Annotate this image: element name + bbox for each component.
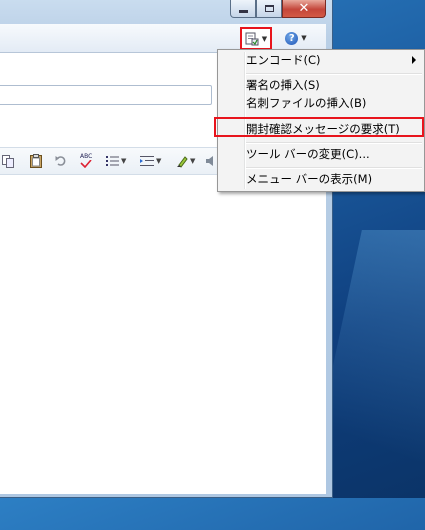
highlight-button[interactable]: ▼	[176, 153, 195, 169]
minimize-button[interactable]	[230, 0, 256, 18]
menu-item-insert-business-card[interactable]: 名刺ファイルの挿入(B)	[246, 94, 366, 113]
spell-check-icon: ABC	[80, 153, 93, 160]
media-button[interactable]	[206, 153, 216, 169]
menu-item-label: メニュー バーの表示(M)	[246, 172, 373, 186]
menu-item-insert-signature[interactable]: 署名の挿入(S)	[246, 76, 320, 95]
clipboard-icon	[30, 154, 42, 168]
submenu-arrow-icon	[412, 56, 416, 64]
menu-item-label: ツール バーの変更(C)...	[246, 147, 370, 161]
help-button[interactable]: ? ▼	[283, 28, 309, 48]
highlighter-icon	[177, 155, 188, 168]
menu-separator	[246, 167, 422, 169]
menu-separator	[246, 73, 422, 75]
undo-button[interactable]	[55, 153, 67, 169]
caption-buttons: ✕	[230, 0, 326, 18]
minimize-icon	[238, 10, 248, 13]
menu-item-customize-toolbar[interactable]: ツール バーの変更(C)...	[246, 145, 370, 164]
page-options-button[interactable]: ▼	[240, 27, 272, 50]
chevron-down-icon: ▼	[301, 34, 307, 42]
maximize-button[interactable]	[256, 0, 282, 18]
paste-special-button[interactable]	[2, 153, 14, 169]
copy-icon	[2, 154, 14, 168]
speaker-icon	[206, 156, 213, 166]
menu-separator	[246, 142, 422, 144]
menu-item-label: エンコード(C)	[246, 53, 321, 67]
menu-item-encoding[interactable]: エンコード(C)	[246, 51, 321, 70]
numbered-list-icon	[106, 156, 119, 166]
help-icon: ?	[285, 31, 299, 45]
indent-icon	[140, 156, 154, 166]
subject-input[interactable]	[0, 85, 212, 105]
menu-item-show-menu-bar[interactable]: メニュー バーの表示(M)	[246, 170, 372, 189]
chevron-down-icon: ▼	[190, 157, 196, 165]
paste-button[interactable]	[30, 153, 42, 169]
numbering-button[interactable]: ▼	[106, 153, 126, 169]
indent-button[interactable]: ▼	[140, 153, 161, 169]
chevron-down-icon: ▼	[261, 34, 268, 43]
undo-icon	[55, 156, 66, 166]
close-button[interactable]: ✕	[282, 0, 326, 18]
chevron-down-icon: ▼	[156, 157, 162, 165]
menu-item-label: 名刺ファイルの挿入(B)	[246, 96, 367, 110]
spell-check-mark	[80, 160, 92, 168]
menu-item-label: 署名の挿入(S)	[246, 78, 320, 92]
page-options-icon	[245, 32, 259, 45]
annotation-highlight	[214, 117, 424, 137]
close-icon: ✕	[298, 1, 310, 16]
maximize-icon	[264, 5, 274, 12]
chevron-down-icon: ▼	[121, 157, 127, 165]
spelling-button[interactable]: ABC	[80, 153, 92, 169]
